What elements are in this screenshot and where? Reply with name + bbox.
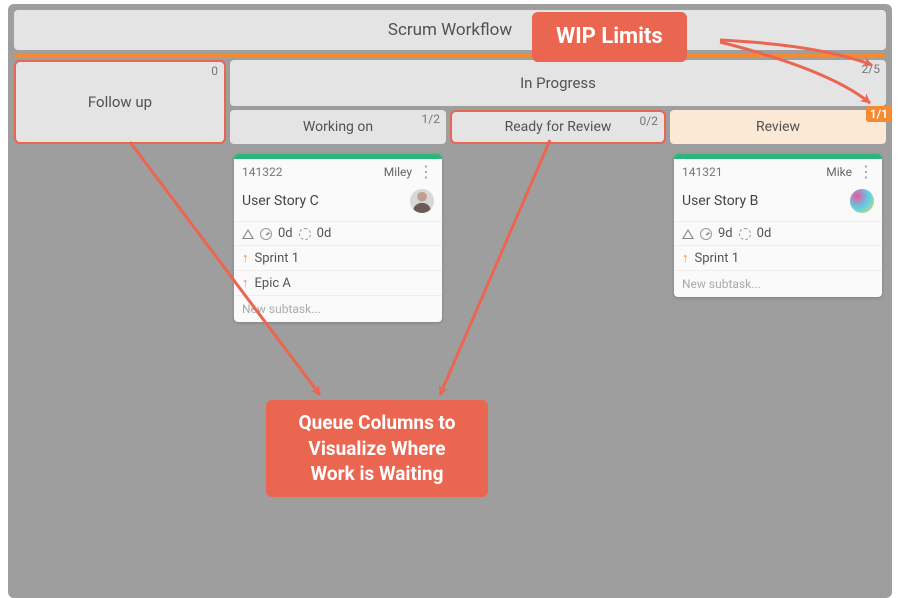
time-cycle: 9d xyxy=(718,226,733,241)
card-header: 141321 Mike ⋮ xyxy=(674,159,882,183)
column-label: In Progress xyxy=(520,74,596,92)
board-title-text: Scrum Workflow xyxy=(388,20,512,40)
link-arrow-icon: ↑ xyxy=(242,250,249,266)
column-body-readyreview[interactable] xyxy=(450,148,666,596)
column-inprogress[interactable]: In Progress 2/5 xyxy=(230,60,886,106)
subtask-placeholder: New subtask... xyxy=(242,302,321,316)
card-id: 141321 xyxy=(682,165,722,179)
card-id: 141322 xyxy=(242,165,282,179)
link-label: Sprint 1 xyxy=(255,251,300,266)
column-label: Working on xyxy=(303,119,373,135)
subtask-input[interactable]: New subtask... xyxy=(674,270,882,297)
time-cycle: 0d xyxy=(278,226,293,241)
card[interactable]: 141322 Miley ⋮ User Story C 0d 0d ↑ xyxy=(234,154,442,322)
card-assignee: Miley xyxy=(384,165,412,179)
column-label: Review xyxy=(756,119,800,135)
wip-limit: 1/2 xyxy=(422,112,440,126)
column-body-workingon[interactable]: 141322 Miley ⋮ User Story C 0d 0d ↑ xyxy=(230,148,446,596)
subtask-input[interactable]: New subtask... xyxy=(234,295,442,322)
dashed-clock-icon xyxy=(739,228,751,240)
board-accent xyxy=(14,54,886,58)
time-lead: 0d xyxy=(757,226,772,241)
subtask-placeholder: New subtask... xyxy=(682,277,761,291)
link-label: Epic A xyxy=(255,276,291,291)
columns-body-row: 141322 Miley ⋮ User Story C 0d 0d ↑ xyxy=(10,148,890,596)
card-link[interactable]: ↑ Sprint 1 xyxy=(674,245,882,270)
column-body-followup[interactable] xyxy=(14,148,226,596)
priority-icon xyxy=(242,229,254,239)
card-metrics: 0d 0d xyxy=(234,221,442,245)
column-label: Ready for Review xyxy=(505,119,612,135)
clock-icon xyxy=(700,228,712,240)
columns-row: Follow up 0 In Progress 2/5 Working on 1… xyxy=(10,60,890,144)
link-arrow-icon: ↑ xyxy=(682,250,689,266)
card-title-row: User Story B xyxy=(674,183,882,221)
link-arrow-icon: ↑ xyxy=(242,275,249,291)
card-title: User Story C xyxy=(242,193,319,209)
clock-icon xyxy=(260,228,272,240)
column-followup[interactable]: Follow up 0 xyxy=(14,60,226,144)
dashed-clock-icon xyxy=(299,228,311,240)
subcolumn-readyreview[interactable]: Ready for Review 0/2 xyxy=(450,110,666,144)
card-title-row: User Story C xyxy=(234,183,442,221)
card-title: User Story B xyxy=(682,193,758,209)
annotation-queue-columns: Queue Columns to Visualize Where Work is… xyxy=(266,400,488,497)
annotation-wip-limits: WIP Limits xyxy=(532,12,687,62)
wip-limit: 0 xyxy=(211,64,218,78)
link-label: Sprint 1 xyxy=(695,251,740,266)
subcolumn-workingon[interactable]: Working on 1/2 xyxy=(230,110,446,144)
board-title: Scrum Workflow xyxy=(14,10,886,50)
avatar[interactable] xyxy=(410,189,434,213)
more-icon[interactable]: ⋮ xyxy=(858,167,874,177)
wip-limit-full: 1/1 xyxy=(866,106,892,122)
card-metrics: 9d 0d xyxy=(674,221,882,245)
kanban-board: Scrum Workflow Follow up 0 In Progress 2… xyxy=(8,4,892,598)
card-link[interactable]: ↑ Sprint 1 xyxy=(234,245,442,270)
card[interactable]: 141321 Mike ⋮ User Story B 9d 0d ↑ xyxy=(674,154,882,297)
time-lead: 0d xyxy=(317,226,332,241)
more-icon[interactable]: ⋮ xyxy=(418,167,434,177)
subcolumn-review[interactable]: Review 1/1 xyxy=(670,110,886,144)
priority-icon xyxy=(682,229,694,239)
annotation-text: Queue Columns to Visualize Where Work is… xyxy=(299,411,456,485)
wip-limit: 2/5 xyxy=(862,62,880,76)
card-header: 141322 Miley ⋮ xyxy=(234,159,442,183)
subcolumns-row: Working on 1/2 Ready for Review 0/2 Revi… xyxy=(230,110,886,144)
column-inprogress-group: In Progress 2/5 Working on 1/2 Ready for… xyxy=(230,60,886,144)
card-assignee: Mike xyxy=(826,165,852,179)
wip-limit: 0/2 xyxy=(640,114,658,128)
annotation-text: WIP Limits xyxy=(556,24,663,49)
column-body-review[interactable]: 141321 Mike ⋮ User Story B 9d 0d ↑ xyxy=(670,148,886,596)
avatar[interactable] xyxy=(850,189,874,213)
card-link[interactable]: ↑ Epic A xyxy=(234,270,442,295)
column-label: Follow up xyxy=(88,93,152,111)
